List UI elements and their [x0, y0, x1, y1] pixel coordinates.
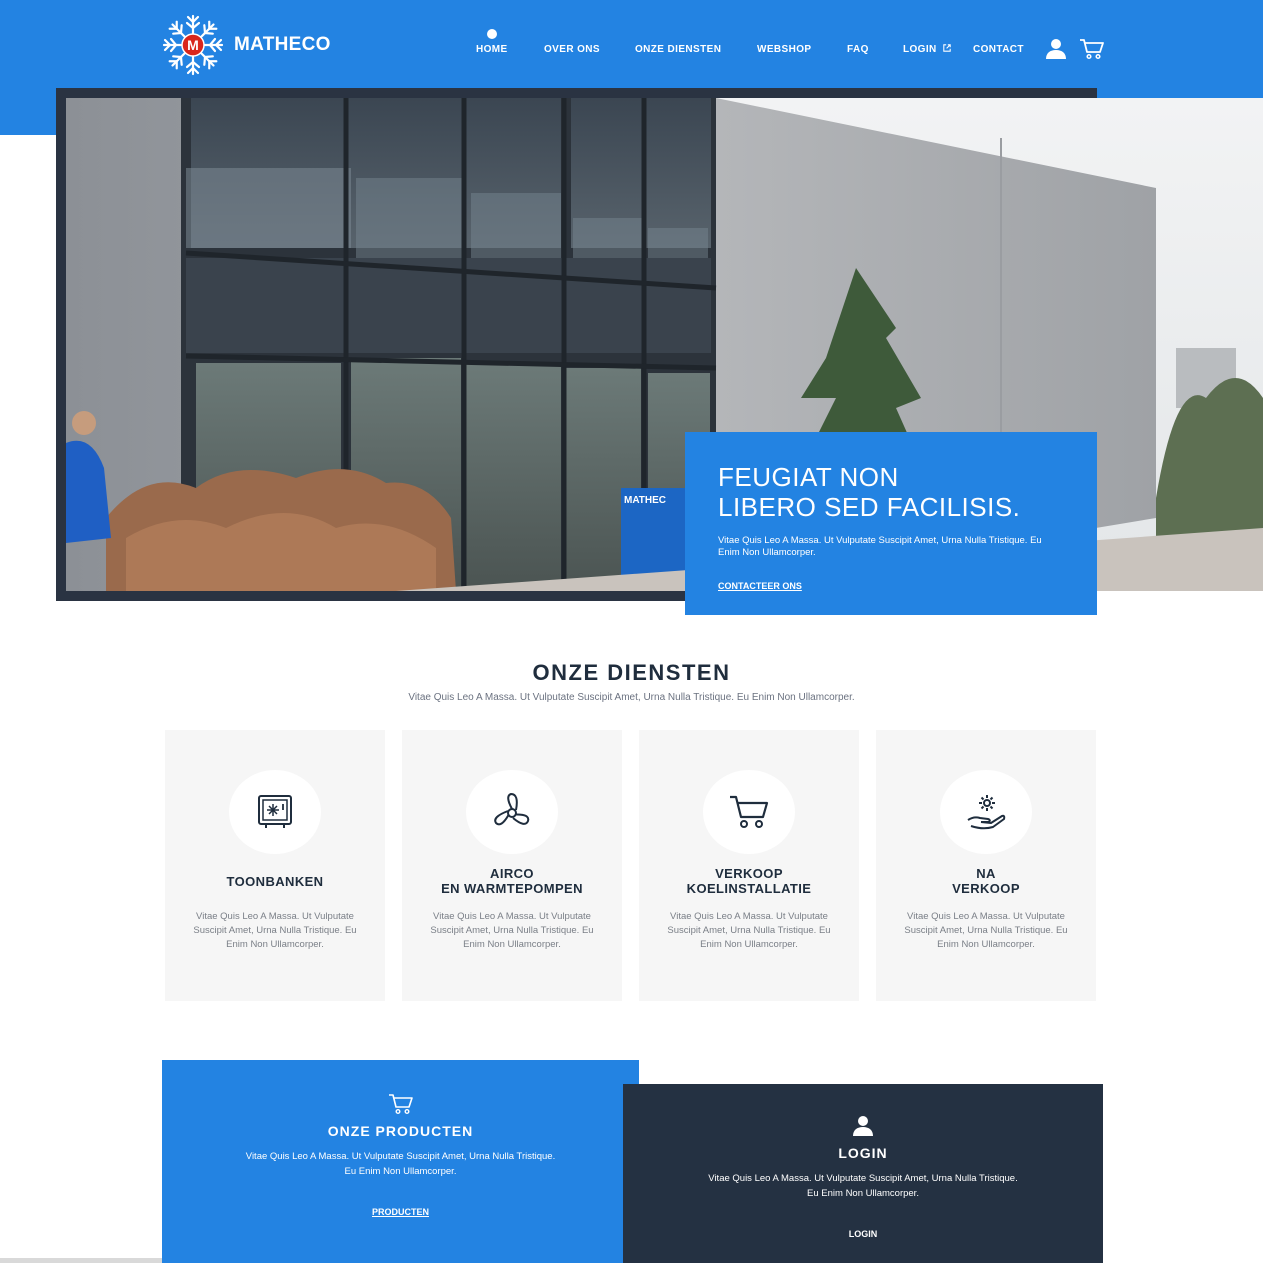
- contact-us-link[interactable]: CONTACTEER ONS: [718, 581, 802, 591]
- window-sign-text: MATHEC: [624, 495, 666, 506]
- services-subtitle: Vitae Quis Leo A Massa. Ut Vulputate Sus…: [408, 692, 855, 703]
- service-icon-circle: [229, 770, 321, 854]
- nav-faq[interactable]: FAQ: [847, 44, 869, 55]
- service-icon-circle: [940, 770, 1032, 854]
- cart-icon: [388, 1094, 413, 1115]
- user-icon[interactable]: [1045, 38, 1067, 60]
- service-card-verkoop[interactable]: VERKOOP KOELINSTALLATIE Vitae Quis Leo A…: [639, 730, 859, 1001]
- products-text: Vitae Quis Leo A Massa. Ut Vulputate Sus…: [245, 1151, 556, 1177]
- nav-login[interactable]: LOGIN: [903, 44, 951, 55]
- nav-onze-diensten[interactable]: ONZE DIENSTEN: [635, 44, 721, 55]
- footer-edge: [0, 1258, 162, 1263]
- cart-icon[interactable]: [1079, 38, 1104, 60]
- external-link-icon: [943, 44, 951, 52]
- products-link[interactable]: PRODUCTEN: [372, 1207, 429, 1217]
- products-panel: ONZE PRODUCTEN Vitae Quis Leo A Massa. U…: [162, 1060, 639, 1263]
- nav-login-label: LOGIN: [903, 44, 937, 55]
- user-icon: [853, 1116, 873, 1136]
- nav-contact[interactable]: CONTACT: [973, 44, 1024, 55]
- service-text: Vitae Quis Leo A Massa. Ut Vulputate Sus…: [193, 911, 357, 950]
- login-title: LOGIN: [838, 1145, 888, 1161]
- gear-hand-icon: [967, 795, 1006, 830]
- service-card-airco[interactable]: AIRCO EN WARMTEPOMPEN Vitae Quis Leo A M…: [402, 730, 622, 1001]
- hero-callout: FEUGIAT NON LIBERO SED FACILISIS. Vitae …: [685, 432, 1097, 615]
- login-link[interactable]: LOGIN: [849, 1229, 878, 1239]
- login-text: Vitae Quis Leo A Massa. Ut Vulputate Sus…: [708, 1173, 1018, 1199]
- hero-text: Vitae Quis Leo A Massa. Ut Vulputate Sus…: [718, 535, 1042, 558]
- cart-icon: [730, 795, 769, 828]
- services-cards: TOONBANKEN Vitae Quis Leo A Massa. Ut Vu…: [165, 730, 1096, 1001]
- active-nav-indicator: [487, 29, 497, 39]
- service-title: NA VERKOOP: [952, 866, 1020, 896]
- nav-webshop[interactable]: WEBSHOP: [757, 44, 811, 55]
- service-title: AIRCO EN WARMTEPOMPEN: [441, 866, 583, 896]
- service-text: Vitae Quis Leo A Massa. Ut Vulputate Sus…: [667, 911, 831, 950]
- service-title: TOONBANKEN: [226, 873, 324, 889]
- nav-home[interactable]: HOME: [476, 44, 508, 55]
- service-card-toonbanken[interactable]: TOONBANKEN Vitae Quis Leo A Massa. Ut Vu…: [165, 730, 385, 1001]
- service-text: Vitae Quis Leo A Massa. Ut Vulputate Sus…: [430, 911, 594, 950]
- service-icon-circle: [466, 770, 558, 854]
- hero-title: FEUGIAT NON LIBERO SED FACILISIS.: [718, 462, 1021, 522]
- fan-icon: [494, 793, 530, 826]
- services-title: ONZE DIENSTEN: [532, 660, 731, 685]
- service-card-na-verkoop[interactable]: NA VERKOOP Vitae Quis Leo A Massa. Ut Vu…: [876, 730, 1096, 1001]
- products-title: ONZE PRODUCTEN: [327, 1123, 474, 1139]
- service-icon-circle: [703, 770, 795, 854]
- nav-over-ons[interactable]: OVER ONS: [544, 44, 600, 55]
- service-text: Vitae Quis Leo A Massa. Ut Vulputate Sus…: [904, 911, 1068, 950]
- service-title: VERKOOP KOELINSTALLATIE: [686, 866, 812, 896]
- login-panel: LOGIN Vitae Quis Leo A Massa. Ut Vulputa…: [623, 1084, 1103, 1263]
- freezer-icon: [258, 795, 292, 828]
- main-nav: HOME OVER ONS ONZE DIENSTEN WEBSHOP FAQ …: [0, 44, 1263, 58]
